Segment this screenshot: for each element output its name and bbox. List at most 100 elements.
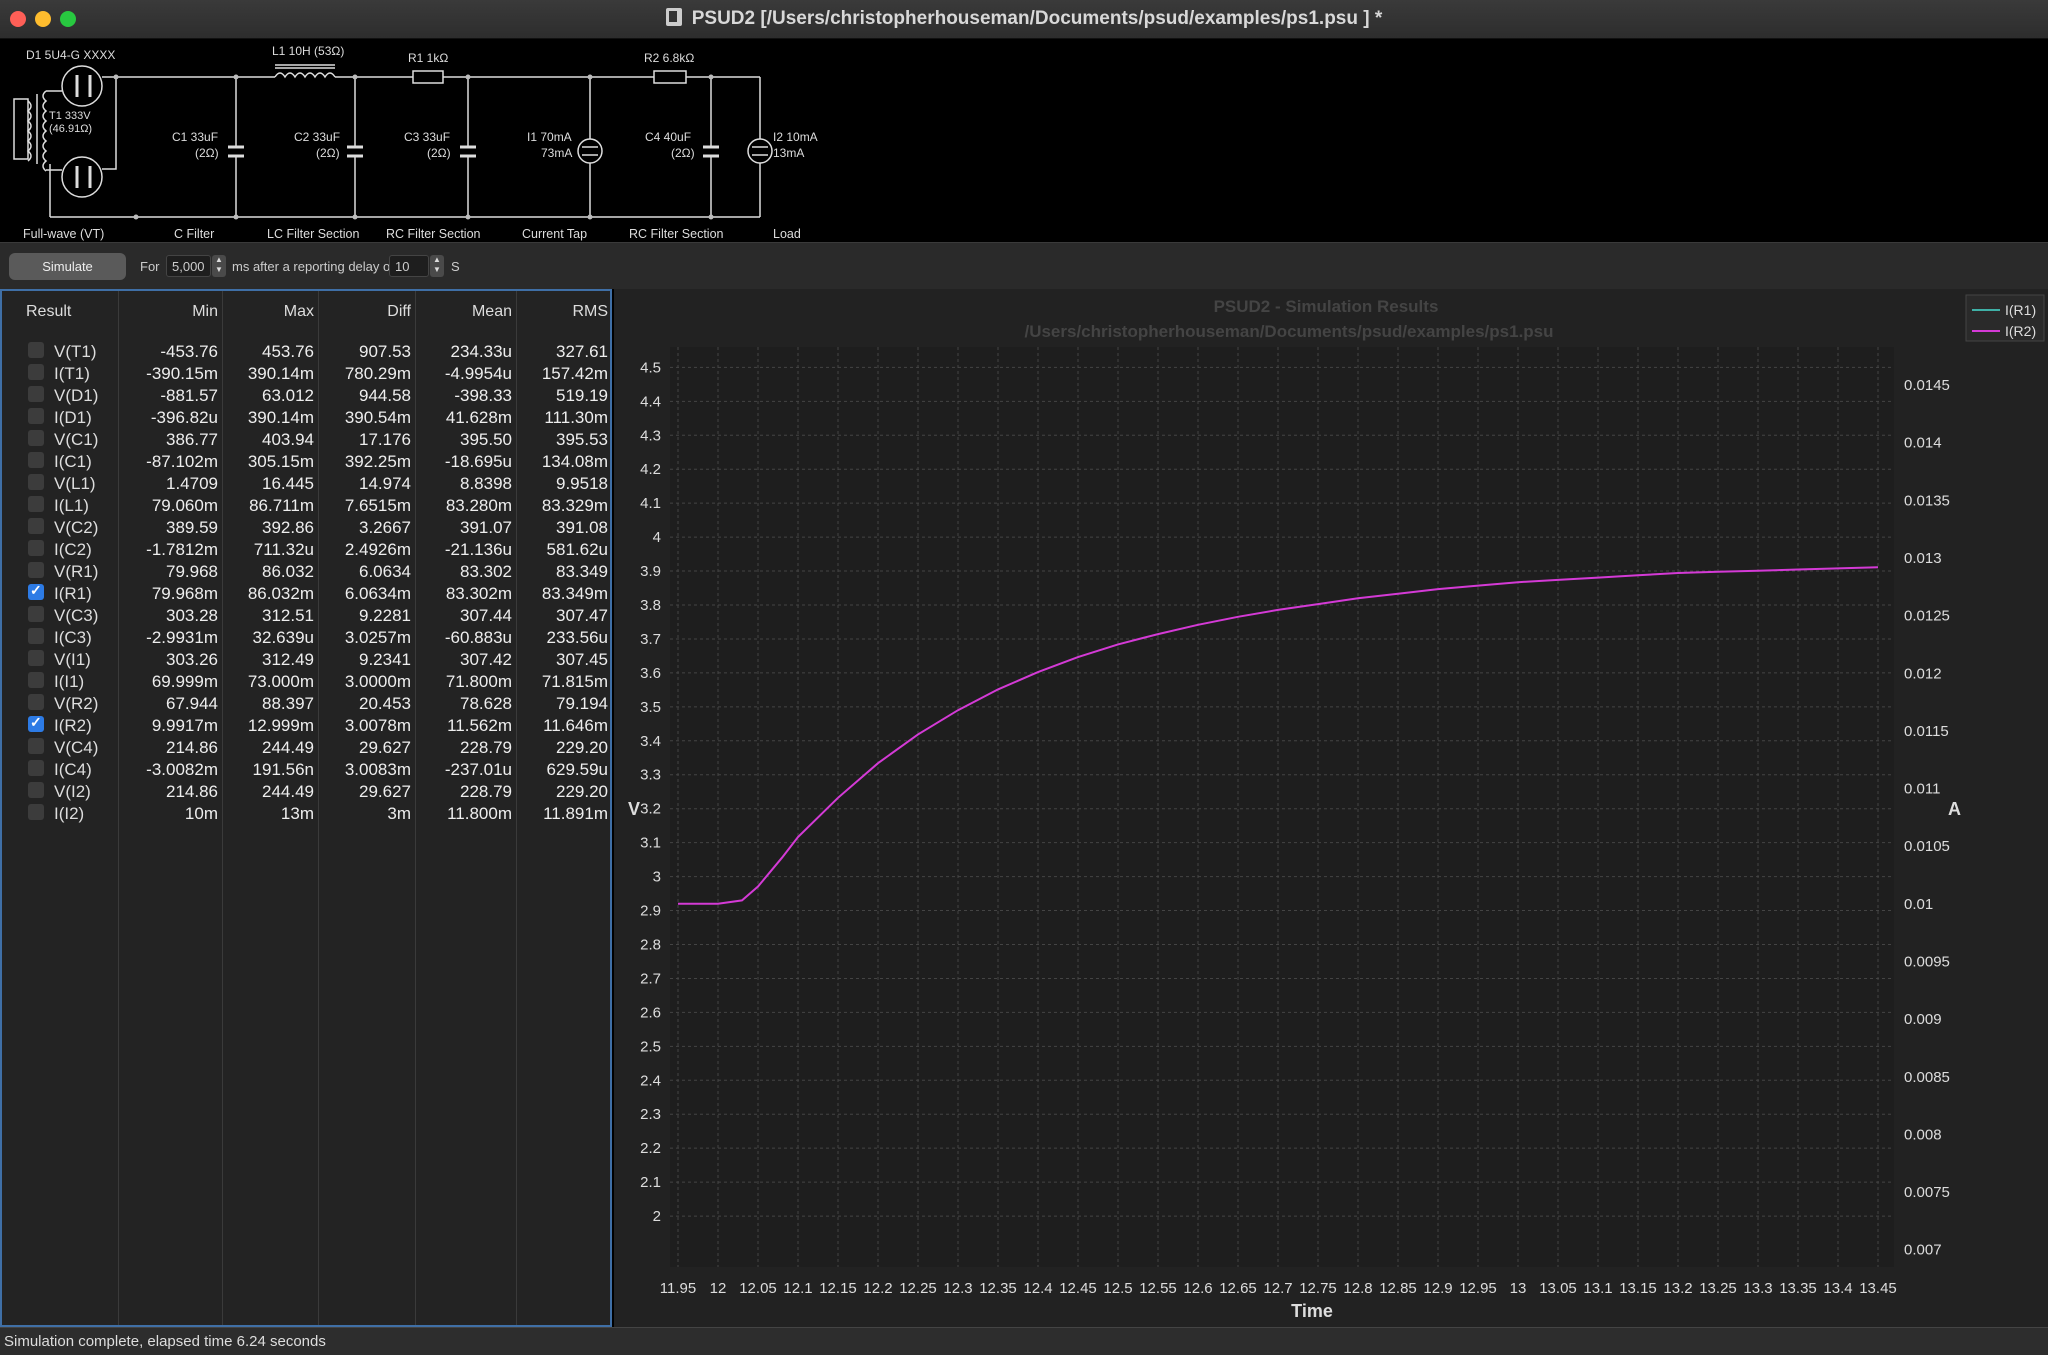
plot-checkbox[interactable] (28, 562, 44, 578)
plot-checkbox[interactable] (28, 452, 44, 468)
y-right-tick-label: 0.014 (1904, 435, 1942, 452)
legend[interactable]: I(R1) I(R2) (1965, 294, 2045, 342)
x-tick-label: 12.95 (1459, 1280, 1497, 1297)
cell-diff: 17.176 (359, 430, 411, 449)
table-row[interactable]: I(C2) -1.7812m 711.32u 2.4926m -21.136u 581.6… (2, 538, 610, 560)
x-tick-label: 12.05 (739, 1280, 777, 1297)
plot-checkbox[interactable] (28, 430, 44, 446)
table-row[interactable]: I(D1) -396.82u 390.14m 390.54m 41.628m 111.30… (2, 406, 610, 428)
table-row[interactable]: V(C4) 214.86 244.49 29.627 228.79 229.20 (2, 736, 610, 758)
chart-panel[interactable]: PSUD2 - Simulation Results /Users/christ… (614, 289, 2048, 1327)
table-row[interactable]: V(I2) 214.86 244.49 29.627 228.79 229.20 (2, 780, 610, 802)
plot-checkbox[interactable] (28, 474, 44, 490)
plot-checkbox[interactable] (28, 714, 44, 732)
label-l1: L1 10H (53Ω) (272, 44, 344, 58)
header-min[interactable]: Min (192, 303, 218, 321)
table-row[interactable]: V(L1) 1.4709 16.445 14.974 8.8398 9.9518 (2, 472, 610, 494)
y-left-tick-label: 2.1 (640, 1174, 661, 1191)
cell-max: 305.15m (247, 452, 314, 471)
y-left-tick-label: 3.4 (640, 733, 661, 750)
plot-checkbox[interactable] (28, 386, 44, 402)
table-row[interactable]: V(C3) 303.28 312.51 9.2281 307.44 307.47 (2, 604, 610, 626)
table-row[interactable]: I(C3) -2.9931m 32.639u 3.0257m -60.883u 233.5… (2, 626, 610, 648)
plot-checkbox[interactable] (28, 582, 44, 600)
result-name: I(R2) (54, 716, 92, 735)
y-right-tick-label: 0.013 (1904, 550, 1942, 567)
cell-max: 390.14m (247, 364, 314, 383)
results-table[interactable]: Result Min Max Diff Mean RMS V(T1) -453.7… (0, 289, 612, 1327)
plot-checkbox[interactable] (28, 342, 44, 358)
result-name: V(I2) (54, 782, 91, 801)
duration-input[interactable]: 5,000 (166, 255, 211, 277)
cell-mean: 8.8398 (460, 474, 512, 493)
table-row[interactable]: I(I1) 69.999m 73.000m 3.0000m 71.800m 71.815m (2, 670, 610, 692)
chart-subtitle: /Users/christopherhouseman/Documents/psu… (1024, 322, 1553, 341)
cell-min: 214.86 (166, 782, 218, 801)
table-row[interactable]: I(I2) 10m 13m 3m 11.800m 11.891m (2, 802, 610, 824)
header-result[interactable]: Result (26, 303, 71, 321)
header-max[interactable]: Max (284, 303, 314, 321)
table-row[interactable]: V(R1) 79.968 86.032 6.0634 83.302 83.349 (2, 560, 610, 582)
plot-checkbox[interactable] (28, 694, 44, 710)
table-row[interactable]: V(C2) 389.59 392.86 3.2667 391.07 391.08 (2, 516, 610, 538)
table-row[interactable]: I(R1) 79.968m 86.032m 6.0634m 83.302m 83.349m (2, 582, 610, 604)
cell-mean: 11.562m (447, 716, 512, 735)
circuit-schematic[interactable]: D1 5U4-G XXXX T1 333V (46.91Ω) L1 10H (5… (0, 39, 2048, 242)
header-rms[interactable]: RMS (572, 303, 608, 321)
plot-checkbox[interactable] (28, 650, 44, 666)
cell-mean: 395.50 (460, 430, 512, 449)
delay-input[interactable]: 10 (389, 255, 429, 277)
table-row[interactable]: I(L1) 79.060m 86.711m 7.6515m 83.280m 83.329m (2, 494, 610, 516)
table-row[interactable]: V(I1) 303.26 312.49 9.2341 307.42 307.45 (2, 648, 610, 670)
table-row[interactable]: I(R2) 9.9917m 12.999m 3.0078m 11.562m 11.646m (2, 714, 610, 736)
x-tick-label: 12.5 (1103, 1280, 1132, 1297)
header-mean[interactable]: Mean (472, 303, 512, 321)
plot-checkbox[interactable] (28, 804, 44, 820)
label-i2-value: I2 10mA (773, 130, 818, 144)
table-row[interactable]: I(T1) -390.15m 390.14m 780.29m -4.9954u 157.4… (2, 362, 610, 384)
cell-diff: 780.29m (344, 364, 411, 383)
y-right-tick-label: 0.008 (1904, 1126, 1942, 1143)
plot-checkbox[interactable] (28, 782, 44, 798)
plot-area[interactable] (670, 347, 1894, 1267)
simulate-button[interactable]: Simulate (9, 253, 126, 280)
cell-min: -3.0082m (146, 760, 218, 779)
table-row[interactable]: I(C4) -3.0082m 191.56n 3.0083m -237.01u 629.5… (2, 758, 610, 780)
legend-i-r2: I(R2) (2005, 323, 2036, 339)
plot-checkbox[interactable] (28, 364, 44, 380)
plot-checkbox[interactable] (28, 672, 44, 688)
cell-diff: 29.627 (359, 738, 411, 757)
plot-checkbox[interactable] (28, 496, 44, 512)
y-left-tick-label: 3.2 (640, 801, 661, 818)
plot-checkbox[interactable] (28, 540, 44, 556)
table-row[interactable]: V(D1) -881.57 63.012 944.58 -398.33 519.19 (2, 384, 610, 406)
cell-mean: 41.628m (445, 408, 512, 427)
duration-stepper[interactable]: ▲ ▼ (212, 255, 226, 277)
header-diff[interactable]: Diff (387, 303, 411, 321)
plot-checkbox[interactable] (28, 628, 44, 644)
plot-checkbox[interactable] (28, 606, 44, 622)
cell-diff: 3.2667 (359, 518, 411, 537)
table-row[interactable]: V(C1) 386.77 403.94 17.176 395.50 395.53 (2, 428, 610, 450)
table-row[interactable]: I(C1) -87.102m 305.15m 392.25m -18.695u 134.0… (2, 450, 610, 472)
window-title-area: PSUD2 [/Users/christopherhouseman/Docume… (0, 8, 2048, 30)
y-left-tick-label: 3.1 (640, 835, 661, 852)
plot-checkbox[interactable] (28, 760, 44, 776)
delay-stepper[interactable]: ▲ ▼ (430, 255, 444, 277)
cell-mean: 307.44 (460, 606, 512, 625)
x-tick-label: 13.05 (1539, 1280, 1577, 1297)
plot-checkbox[interactable] (28, 738, 44, 754)
plot-checkbox[interactable] (28, 408, 44, 424)
table-row[interactable]: V(T1) -453.76 453.76 907.53 234.33u 327.61 (2, 340, 610, 362)
table-row[interactable]: V(R2) 67.944 88.397 20.453 78.628 79.194 (2, 692, 610, 714)
cell-mean: 71.800m (445, 672, 512, 691)
cell-diff: 3.0000m (344, 672, 411, 691)
cell-min: 10m (184, 804, 218, 823)
x-tick-label: 13.4 (1823, 1280, 1852, 1297)
label-c2-esr: (2Ω) (316, 146, 340, 160)
cell-mean: -4.9954u (444, 364, 512, 383)
plot-checkbox[interactable] (28, 518, 44, 534)
window-title: PSUD2 [/Users/christopherhouseman/Docume… (691, 8, 1383, 29)
simulation-toolbar: Simulate For 5,000 ▲ ▼ ms after a reporti… (0, 242, 2048, 289)
result-name: V(C1) (54, 430, 99, 449)
